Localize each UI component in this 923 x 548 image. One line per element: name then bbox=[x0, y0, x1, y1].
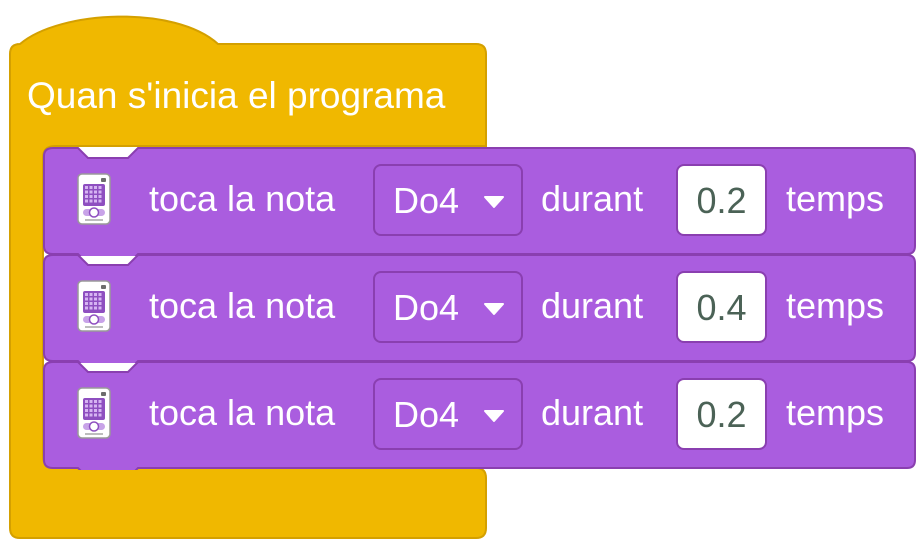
note-dropdown[interactable]: Do4 bbox=[373, 378, 523, 450]
duration-value: 0.2 bbox=[696, 394, 747, 435]
play-note-block-1[interactable]: toca la nota Do4 durant 0.2 temps bbox=[43, 147, 916, 256]
code-canvas: Quan s'inicia el programa toca la nota D… bbox=[0, 0, 923, 548]
duration-connector-label: durant bbox=[541, 392, 644, 433]
note-dropdown[interactable]: Do4 bbox=[373, 164, 523, 236]
caret-down-icon bbox=[484, 196, 504, 208]
note-dropdown[interactable]: Do4 bbox=[373, 271, 523, 343]
duration-input[interactable]: 0.2 bbox=[676, 378, 767, 450]
duration-connector-label: durant bbox=[541, 178, 644, 219]
hub-icon bbox=[77, 173, 111, 225]
play-note-block-2[interactable]: toca la nota Do4 durant 0.4 temps bbox=[43, 254, 916, 363]
note-dropdown-value: Do4 bbox=[393, 180, 460, 221]
duration-connector-label: durant bbox=[541, 285, 644, 326]
play-note-label: toca la nota bbox=[149, 392, 336, 433]
play-note-block-3[interactable]: toca la nota Do4 durant 0.2 temps bbox=[43, 361, 916, 470]
duration-value: 0.4 bbox=[696, 287, 747, 328]
duration-input[interactable]: 0.2 bbox=[676, 164, 767, 236]
note-dropdown-value: Do4 bbox=[393, 394, 460, 435]
hat-title: Quan s'inicia el programa bbox=[27, 75, 446, 116]
duration-value: 0.2 bbox=[696, 180, 747, 221]
hub-icon bbox=[77, 280, 111, 332]
duration-input[interactable]: 0.4 bbox=[676, 271, 767, 343]
caret-down-icon bbox=[484, 410, 504, 422]
unit-label: temps bbox=[786, 285, 885, 326]
unit-label: temps bbox=[786, 178, 885, 219]
play-note-label: toca la nota bbox=[149, 178, 336, 219]
hub-icon bbox=[77, 387, 111, 439]
caret-down-icon bbox=[484, 303, 504, 315]
unit-label: temps bbox=[786, 392, 885, 433]
play-note-label: toca la nota bbox=[149, 285, 336, 326]
note-dropdown-value: Do4 bbox=[393, 287, 460, 328]
